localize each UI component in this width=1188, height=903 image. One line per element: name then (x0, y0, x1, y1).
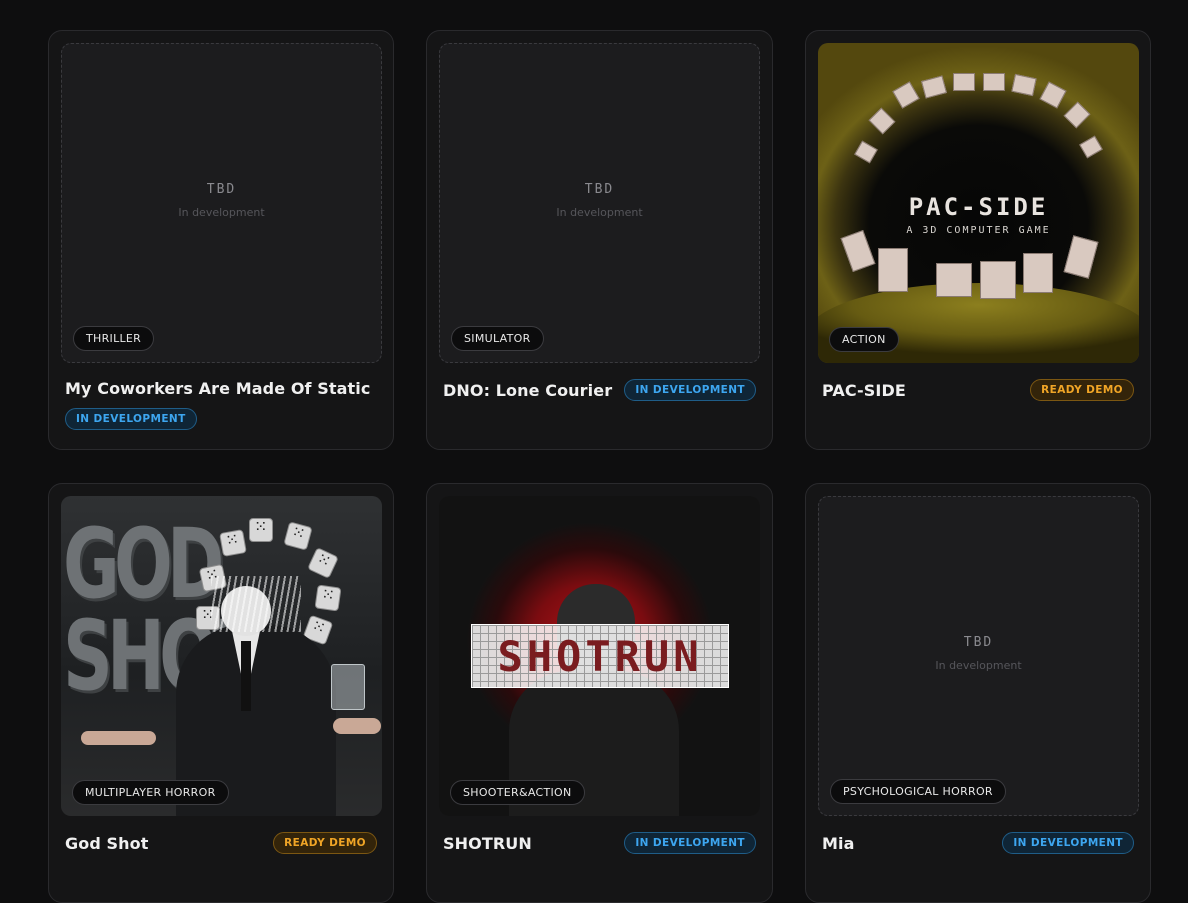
game-cover-god-shot: GODSHOT MULTIPLAYER HORROR (61, 496, 382, 816)
game-card-mia[interactable]: TBD In development PSYCHOLOGICAL HORROR … (805, 483, 1151, 903)
placeholder-title: TBD (963, 635, 994, 650)
cover-title: SHOTRUN (471, 624, 729, 688)
game-title[interactable]: SHOTRUN (443, 834, 532, 853)
game-card-dno-lone-courier[interactable]: TBD In development SIMULATOR DNO: Lone C… (426, 30, 773, 450)
game-title[interactable]: PAC-SIDE (822, 381, 906, 400)
status-badge: READY DEMO (273, 832, 377, 854)
game-cover-placeholder: TBD In development PSYCHOLOGICAL HORROR (818, 496, 1139, 816)
games-grid: TBD In development THRILLER My Coworkers… (48, 30, 1151, 903)
game-card-my-coworkers[interactable]: TBD In development THRILLER My Coworkers… (48, 30, 394, 450)
game-cover-placeholder: TBD In development SIMULATOR (439, 43, 760, 363)
game-card-pac-side[interactable]: PAC-SIDE A 3D COMPUTER GAME ACTION PAC-S… (805, 30, 1151, 450)
placeholder-title: TBD (206, 182, 237, 197)
status-badge: IN DEVELOPMENT (65, 408, 197, 430)
status-badge: IN DEVELOPMENT (624, 832, 756, 854)
genre-tag: MULTIPLAYER HORROR (72, 780, 229, 805)
placeholder-subtitle: In development (178, 206, 265, 219)
game-cover-placeholder: TBD In development THRILLER (61, 43, 382, 363)
game-title[interactable]: God Shot (65, 834, 149, 853)
cover-title: PAC-SIDE (908, 193, 1049, 221)
cover-subtitle: A 3D COMPUTER GAME (906, 225, 1051, 236)
game-card-god-shot[interactable]: GODSHOT MULTIPLAYER HORROR God Shot READ… (48, 483, 394, 903)
genre-tag: SHOOTER&ACTION (450, 780, 585, 805)
placeholder-subtitle: In development (556, 206, 643, 219)
game-title[interactable]: Mia (822, 834, 855, 853)
game-cover-pac-side: PAC-SIDE A 3D COMPUTER GAME ACTION (818, 43, 1139, 363)
status-badge: IN DEVELOPMENT (624, 379, 756, 401)
genre-tag: PSYCHOLOGICAL HORROR (830, 779, 1006, 804)
game-title[interactable]: My Coworkers Are Made Of Static (65, 379, 377, 398)
placeholder-subtitle: In development (935, 659, 1022, 672)
genre-tag: SIMULATOR (451, 326, 544, 351)
genre-tag: THRILLER (73, 326, 155, 351)
status-badge: IN DEVELOPMENT (1002, 832, 1134, 854)
status-badge: READY DEMO (1030, 379, 1134, 401)
game-title[interactable]: DNO: Lone Courier (443, 381, 612, 400)
game-card-shotrun[interactable]: SHOTRUN SHOOTER&ACTION SHOTRUN IN DEVELO… (426, 483, 773, 903)
placeholder-title: TBD (584, 182, 615, 197)
game-cover-shotrun: SHOTRUN SHOOTER&ACTION (439, 496, 760, 816)
genre-tag: ACTION (829, 327, 899, 352)
